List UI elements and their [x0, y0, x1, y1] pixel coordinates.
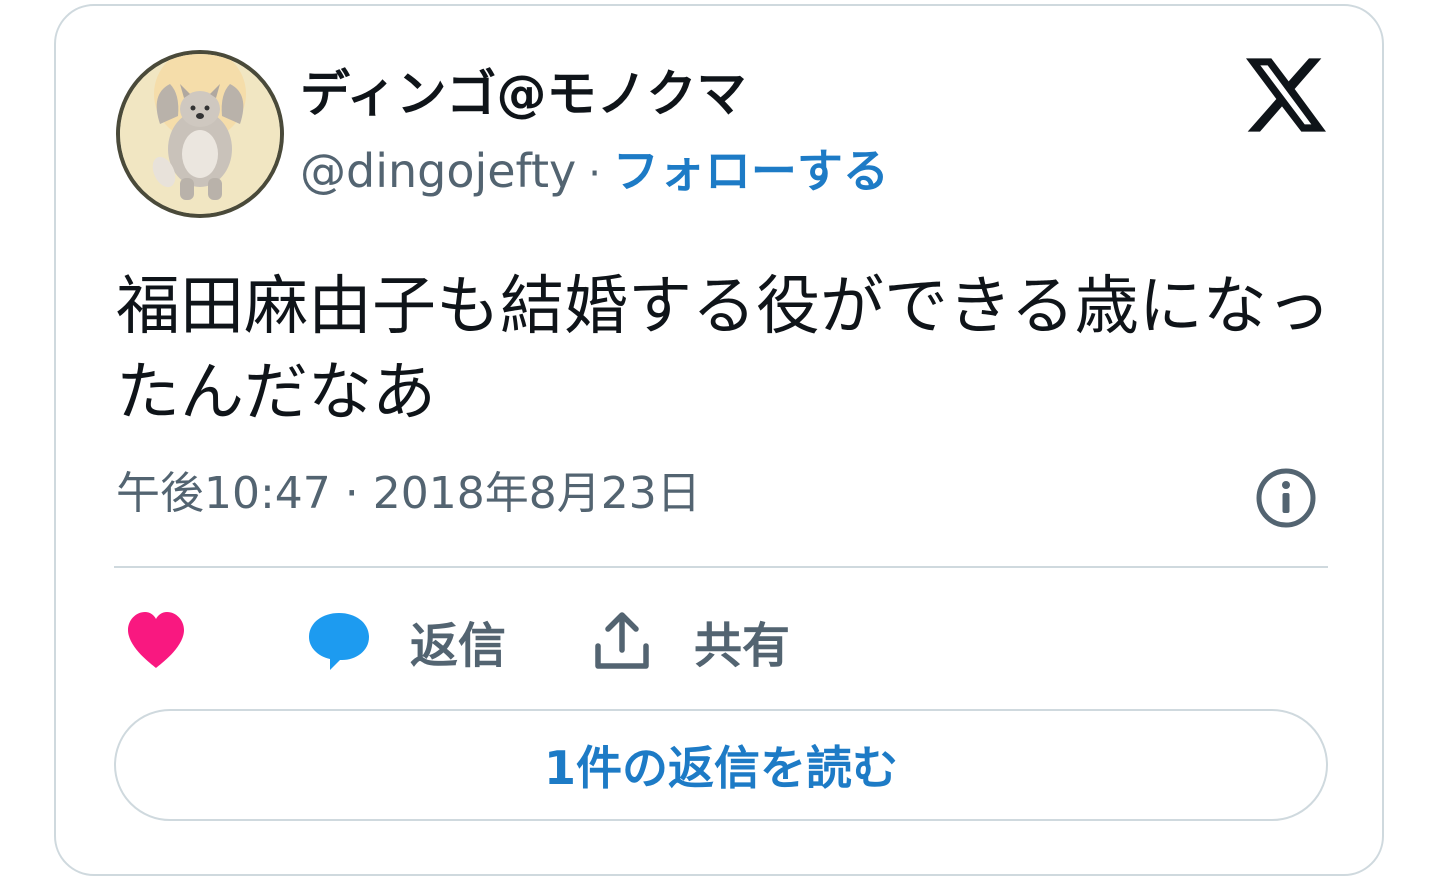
author-display-name[interactable]: ディンゴ@モノクマ [300, 64, 747, 124]
divider [114, 566, 1328, 568]
x-logo-icon[interactable] [1246, 58, 1326, 132]
reply-button[interactable]: 返信 [306, 606, 506, 676]
upload-share-icon [595, 612, 649, 669]
tweet-text: 福田麻由子も結婚する役ができる歳になったんだなあ [116, 270, 1331, 430]
author-handle-row: @dingojefty · フォローする [300, 144, 889, 199]
read-replies-button[interactable]: 1件の返信を読む [114, 709, 1328, 821]
speech-bubble-icon [309, 613, 369, 670]
read-replies-label: 1件の返信を読む [543, 741, 898, 795]
info-icon[interactable] [1254, 466, 1318, 530]
handle-separator: · [588, 151, 601, 197]
author-handle[interactable]: @dingojefty [300, 144, 576, 198]
avatar-image [120, 54, 280, 214]
follow-link[interactable]: フォローする [613, 144, 889, 198]
reply-label: 返信 [410, 618, 507, 674]
heart-icon[interactable] [124, 610, 188, 670]
tweet-card: ディンゴ@モノクマ @dingojefty · フォローする 福田麻由子も結婚する役… [54, 4, 1384, 876]
tweet-timestamp[interactable]: 午後10:47 · 2018年8月23日 [116, 468, 701, 521]
share-label: 共有 [694, 618, 791, 674]
share-button[interactable]: 共有 [592, 606, 790, 676]
author-avatar[interactable] [116, 50, 284, 218]
